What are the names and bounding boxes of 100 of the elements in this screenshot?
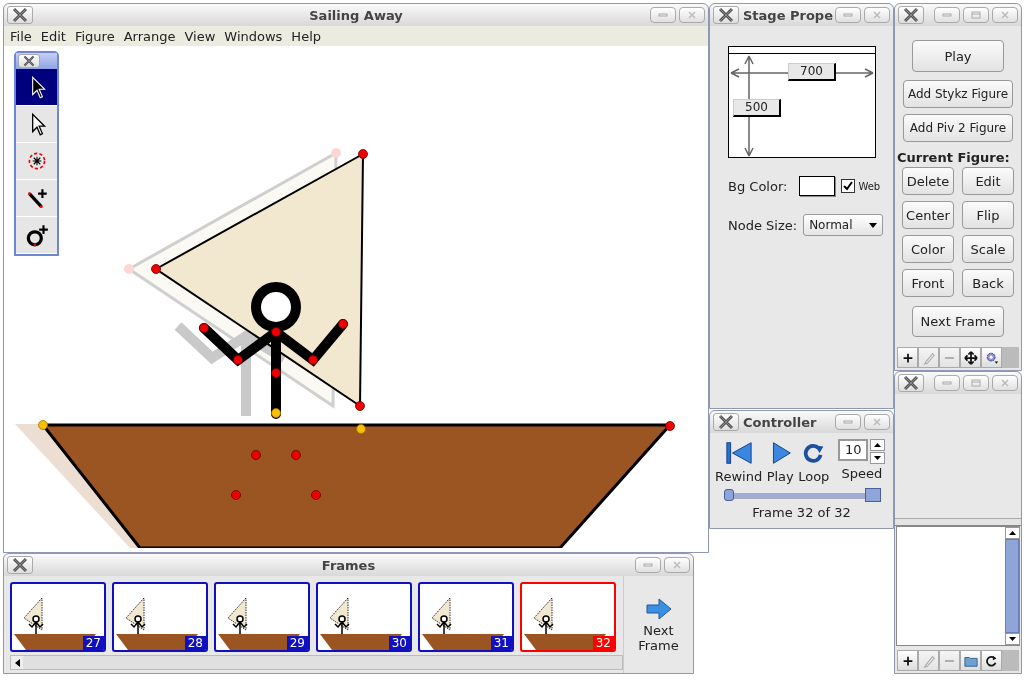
- menu-item[interactable]: View: [184, 28, 216, 44]
- figure-action-button[interactable]: Front: [902, 269, 954, 297]
- frame-number: 30: [388, 636, 410, 650]
- figure-action-button[interactable]: Flip: [962, 201, 1014, 229]
- arrow-icon: [644, 596, 673, 621]
- figure-action-button[interactable]: Edit: [962, 167, 1014, 195]
- frame-number: 27: [82, 636, 104, 650]
- width-field[interactable]: 700: [788, 63, 836, 81]
- next-frame-button[interactable]: Next Frame: [912, 306, 1004, 337]
- spin-down-button[interactable]: [870, 452, 886, 464]
- x-logo-icon[interactable]: [7, 6, 33, 24]
- figure-action-button[interactable]: Back: [962, 269, 1014, 297]
- frame-number: 32: [592, 636, 614, 650]
- add-figure-button[interactable]: Add Piv 2 Figure: [903, 114, 1013, 142]
- scrollbar-thumb[interactable]: [1005, 539, 1019, 633]
- speed-label: Speed: [841, 466, 883, 481]
- boat-drawing[interactable]: [15, 420, 675, 548]
- frame-thumbnail[interactable]: 29: [214, 582, 310, 652]
- window-title: Stage Prope: [743, 7, 833, 23]
- x-logo-icon[interactable]: [18, 54, 40, 68]
- minimize-icon: [642, 561, 654, 569]
- node-size-dropdown[interactable]: Normal: [803, 214, 884, 236]
- close-icon: [871, 418, 883, 426]
- rewind-icon: [724, 439, 753, 467]
- maximize-icon: [970, 11, 982, 19]
- x-logo-icon[interactable]: [898, 6, 924, 24]
- horizontal-scrollbar[interactable]: [10, 655, 623, 670]
- vertical-scrollbar[interactable]: [1005, 527, 1019, 645]
- scroll-up-button[interactable]: [1005, 527, 1020, 539]
- frame-thumbnail[interactable]: 31: [418, 582, 514, 652]
- frame-thumbnail[interactable]: 28: [112, 582, 208, 652]
- close-icon: [871, 11, 883, 19]
- window-title: Frames: [321, 557, 376, 573]
- sail-and-figure-drawing[interactable]: [124, 148, 368, 421]
- figure-action-button[interactable]: Center: [902, 201, 954, 229]
- height-field[interactable]: 500: [733, 99, 781, 117]
- web-checkbox[interactable]: [841, 179, 856, 193]
- minus-icon: [944, 658, 955, 663]
- pencil-icon: [921, 653, 936, 668]
- close-icon: [999, 379, 1011, 387]
- minimize-icon: [842, 418, 854, 426]
- minimize-icon: [941, 379, 953, 387]
- color-swatch[interactable]: [799, 176, 836, 196]
- play-button[interactable]: Play: [912, 40, 1004, 72]
- figure-action-button[interactable]: Delete: [902, 167, 954, 195]
- figure-action-button[interactable]: Scale: [962, 235, 1014, 263]
- minimize-icon: [657, 11, 669, 19]
- left-arrow-icon: [14, 658, 20, 667]
- speed-field[interactable]: 10: [838, 439, 869, 461]
- move-arrows-icon: [963, 350, 978, 365]
- frame-range-slider[interactable]: [724, 487, 881, 503]
- x-logo-icon[interactable]: [7, 556, 33, 574]
- figure-action-button[interactable]: Color: [902, 235, 954, 263]
- scroll-left-button[interactable]: [11, 656, 23, 669]
- checkmark-icon: [843, 181, 854, 191]
- frame-thumbnail[interactable]: 32: [520, 582, 616, 652]
- refresh-button[interactable]: [981, 650, 1002, 671]
- maximize-icon: [970, 379, 982, 387]
- slider-end-handle[interactable]: [865, 488, 881, 502]
- move-arrows-button[interactable]: [960, 347, 981, 368]
- tool-button[interactable]: [16, 69, 57, 106]
- menu-item[interactable]: File: [10, 28, 32, 44]
- caret-icon: [869, 222, 878, 228]
- frame-thumbnail[interactable]: 27: [10, 582, 106, 652]
- x-logo-icon[interactable]: [898, 374, 924, 392]
- menu-item[interactable]: Arrange: [123, 28, 176, 44]
- tool-button[interactable]: [16, 106, 57, 143]
- spin-up-button[interactable]: [870, 439, 886, 451]
- play-button[interactable]: Play: [765, 439, 796, 484]
- add-figure-button[interactable]: Add Stykz Figure: [903, 80, 1013, 108]
- rewind-button[interactable]: Rewind: [714, 439, 764, 484]
- splitter-handle[interactable]: [895, 518, 1021, 526]
- up-arrow-icon: [874, 443, 882, 447]
- x-logo-icon[interactable]: [713, 413, 739, 431]
- menu-item[interactable]: Figure: [74, 28, 115, 44]
- frame-thumbnail[interactable]: 30: [316, 582, 412, 652]
- gear-button[interactable]: [981, 347, 1002, 368]
- folder-button[interactable]: [960, 650, 981, 671]
- menu-item[interactable]: Windows: [224, 28, 283, 44]
- close-icon: [686, 11, 698, 19]
- x-logo-icon[interactable]: [713, 6, 739, 24]
- plus-button[interactable]: [897, 347, 918, 368]
- node-size-label: Node Size:: [728, 217, 798, 233]
- tool-button[interactable]: [16, 180, 57, 217]
- plus-button[interactable]: [897, 650, 918, 671]
- menu-item[interactable]: Edit: [40, 28, 66, 44]
- menu-item[interactable]: Help: [291, 28, 321, 44]
- tool-button[interactable]: [16, 217, 57, 254]
- checkbox-label: Web: [858, 180, 881, 192]
- frame-number: 29: [286, 636, 308, 650]
- gear-icon: [984, 350, 999, 365]
- window-title: Sailing Away: [309, 7, 403, 23]
- scroll-down-button[interactable]: [1005, 633, 1020, 645]
- minimize-icon: [941, 11, 953, 19]
- down-arrow-icon: [1009, 637, 1016, 641]
- section-heading: Current Figure:: [897, 150, 1010, 165]
- frame-number: 31: [490, 636, 512, 650]
- slider-start-handle[interactable]: [724, 489, 734, 501]
- loop-button[interactable]: Loop: [797, 439, 831, 484]
- close-icon: [999, 11, 1011, 19]
